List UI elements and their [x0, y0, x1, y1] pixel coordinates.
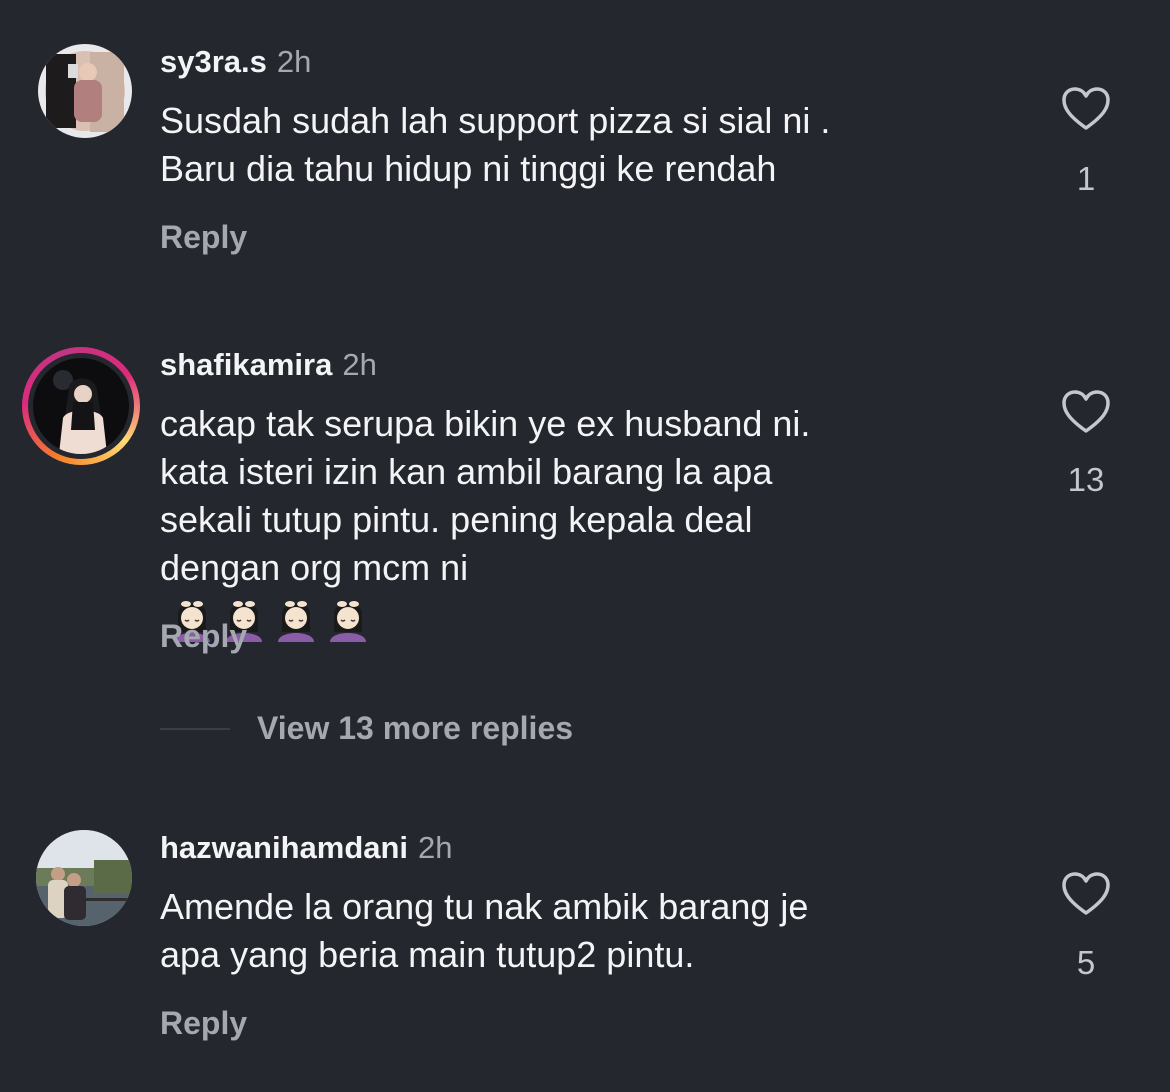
heart-outline-icon: [1062, 87, 1110, 130]
username-link[interactable]: sy3ra.s: [160, 44, 267, 79]
comment-meta: sy3ra.s 2h: [160, 44, 311, 80]
heart-outline-icon: [1062, 872, 1110, 915]
like-count: 5: [1076, 944, 1096, 981]
comment-line: sekali tutup pintu. pening kepala deal: [160, 499, 753, 540]
comment-line: cakap tak serupa bikin ye ex husband ni.: [160, 403, 811, 444]
comment-meta: shafikamira 2h: [160, 347, 377, 383]
face-massage-emoji: [330, 601, 366, 643]
avatar[interactable]: [38, 44, 132, 138]
emoji-row: [168, 592, 990, 643]
comment-line-with-emoji: dengan org mcm ni: [160, 544, 990, 643]
avatar[interactable]: [36, 830, 132, 926]
face-massage-emoji: [278, 601, 314, 643]
comment-timestamp: 2h: [342, 347, 377, 382]
comment-timestamp: 2h: [418, 830, 453, 865]
comment-text: Susdah sudah lah support pizza si sial n…: [160, 97, 990, 193]
comment-item: sy3ra.s 2h Susdah sudah lah support pizza…: [0, 0, 1170, 300]
comment-meta: hazwanihamdani 2h: [160, 830, 453, 866]
comment-line: Baru dia tahu hidup ni tinggi ke rendah: [160, 148, 777, 189]
like-count: 13: [1067, 461, 1105, 498]
like-count: 1: [1076, 160, 1096, 197]
username-link[interactable]: hazwanihamdani: [160, 830, 408, 865]
comment-timestamp: 2h: [276, 44, 312, 79]
like-button[interactable]: [1056, 389, 1116, 435]
divider: [160, 728, 230, 730]
comment-text: Amende la orang tu nak ambik barang je a…: [160, 883, 990, 979]
comment-line: apa yang beria main tutup2 pintu.: [160, 934, 695, 975]
heart-outline-icon: [1062, 390, 1110, 433]
username-link[interactable]: shafikamira: [160, 347, 332, 382]
story-ring[interactable]: [22, 347, 140, 465]
like-button[interactable]: [1056, 871, 1116, 917]
avatar: [33, 358, 129, 454]
comment-text: cakap tak serupa bikin ye ex husband ni.…: [160, 400, 990, 643]
reply-button[interactable]: Reply: [160, 219, 247, 256]
comment-item: hazwanihamdani 2h Amende la orang tu nak …: [0, 780, 1170, 1092]
reply-button[interactable]: Reply: [160, 618, 247, 655]
comment-line: Amende la orang tu nak ambik barang je: [160, 886, 809, 927]
like-button[interactable]: [1056, 86, 1116, 132]
reply-button[interactable]: Reply: [160, 1005, 247, 1042]
comment-item: shafikamira 2h cakap tak serupa bikin ye …: [0, 300, 1170, 700]
comment-line: Susdah sudah lah support pizza si sial n…: [160, 100, 831, 141]
comment-line: kata isteri izin kan ambil barang la apa: [160, 451, 773, 492]
comment-line: dengan org mcm ni: [160, 547, 469, 588]
view-more-replies-button[interactable]: View 13 more replies: [160, 705, 760, 755]
view-more-replies-label: View 13 more replies: [257, 710, 574, 746]
